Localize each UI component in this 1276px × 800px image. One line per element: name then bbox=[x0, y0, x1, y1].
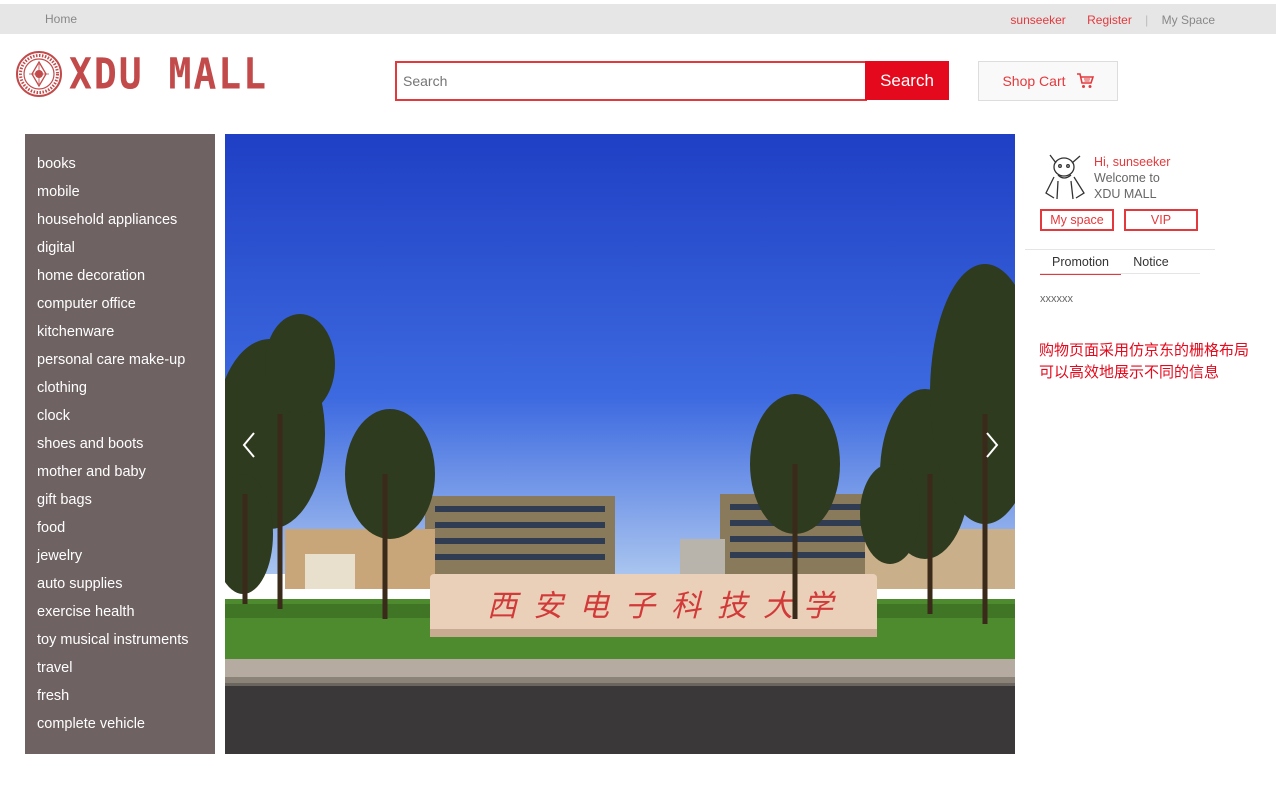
shop-cart-label: Shop Cart bbox=[1002, 73, 1066, 89]
svg-text:大: 大 bbox=[763, 589, 796, 624]
logo-text: XDU MALL bbox=[69, 49, 269, 99]
tabs-divider bbox=[1025, 249, 1215, 250]
category-menu: books mobile household appliances digita… bbox=[25, 134, 215, 754]
category-item[interactable]: auto supplies bbox=[37, 570, 215, 598]
category-item[interactable]: jewelry bbox=[37, 542, 215, 570]
category-item[interactable]: complete vehicle bbox=[37, 710, 215, 738]
svg-text:技: 技 bbox=[717, 589, 750, 624]
category-item[interactable]: computer office bbox=[37, 290, 215, 318]
svg-text:科: 科 bbox=[671, 589, 703, 624]
category-item[interactable]: clock bbox=[37, 402, 215, 430]
category-item[interactable]: books bbox=[37, 150, 215, 178]
avatar bbox=[1045, 154, 1085, 200]
username-link[interactable]: sunseeker bbox=[1010, 13, 1065, 27]
shopping-cart-icon bbox=[1076, 73, 1094, 88]
tab-notice[interactable]: Notice bbox=[1122, 251, 1180, 273]
shop-cart-button[interactable]: Shop Cart bbox=[978, 61, 1118, 101]
vip-button[interactable]: VIP bbox=[1124, 209, 1198, 231]
svg-text:安: 安 bbox=[533, 589, 566, 624]
welcome-line-1: Welcome to bbox=[1094, 171, 1160, 185]
note-line-1: 购物页面采用仿京东的栅格布局 bbox=[1039, 342, 1250, 359]
category-item[interactable]: fresh bbox=[37, 682, 215, 710]
register-link[interactable]: Register bbox=[1087, 13, 1132, 27]
category-item[interactable]: shoes and boots bbox=[37, 430, 215, 458]
carousel-next-arrow-icon[interactable] bbox=[980, 430, 1004, 460]
tab-content: xxxxxx bbox=[1040, 293, 1073, 305]
category-item[interactable]: travel bbox=[37, 654, 215, 682]
welcome-line-2: XDU MALL bbox=[1094, 187, 1157, 201]
note-line-2: 可以高效地展示不同的信息 bbox=[1039, 364, 1220, 381]
category-item[interactable]: clothing bbox=[37, 374, 215, 402]
logo[interactable]: XDU MALL bbox=[15, 48, 268, 100]
category-item[interactable]: kitchenware bbox=[37, 318, 215, 346]
top-separator: | bbox=[1145, 13, 1149, 27]
category-item[interactable]: gift bags bbox=[37, 486, 215, 514]
category-item[interactable]: mother and baby bbox=[37, 458, 215, 486]
tab-promotion[interactable]: Promotion bbox=[1040, 251, 1121, 275]
home-link[interactable]: Home bbox=[45, 12, 77, 26]
category-item[interactable]: exercise health bbox=[37, 598, 215, 626]
svg-text:子: 子 bbox=[625, 589, 657, 624]
university-seal-icon bbox=[16, 51, 62, 97]
category-item[interactable]: mobile bbox=[37, 178, 215, 206]
campus-gate-photo: 西安电 子科技 大学 bbox=[225, 134, 1015, 754]
my-space-link[interactable]: My Space bbox=[1162, 13, 1215, 27]
svg-text:电: 电 bbox=[579, 589, 611, 624]
banner-carousel[interactable]: 西安电 子科技 大学 bbox=[225, 134, 1015, 754]
svg-text:学: 学 bbox=[803, 589, 836, 624]
category-item[interactable]: food bbox=[37, 514, 215, 542]
my-space-button[interactable]: My space bbox=[1040, 209, 1114, 231]
category-item[interactable]: personal care make-up bbox=[37, 346, 215, 374]
category-item[interactable]: digital bbox=[37, 234, 215, 262]
top-bar: Home sunseeker Register | My Space bbox=[0, 4, 1276, 34]
greeting-text: Hi, sunseeker bbox=[1094, 155, 1171, 169]
tabs-underline bbox=[1040, 273, 1200, 274]
layout-note: 购物页面采用仿京东的栅格布局 可以高效地展示不同的信息 bbox=[1039, 340, 1274, 384]
svg-text:西: 西 bbox=[487, 589, 521, 624]
category-item[interactable]: household appliances bbox=[37, 206, 215, 234]
top-right-links: sunseeker Register | My Space bbox=[992, 13, 1215, 27]
carousel-prev-arrow-icon[interactable] bbox=[237, 430, 261, 460]
category-item[interactable]: home decoration bbox=[37, 262, 215, 290]
category-item[interactable]: toy musical instruments bbox=[37, 626, 215, 654]
search-button[interactable]: Search bbox=[865, 61, 949, 100]
search-input[interactable] bbox=[397, 63, 867, 99]
search-box bbox=[395, 61, 867, 101]
user-greeting: Hi, sunseeker Welcome to XDU MALL bbox=[1094, 154, 1170, 202]
